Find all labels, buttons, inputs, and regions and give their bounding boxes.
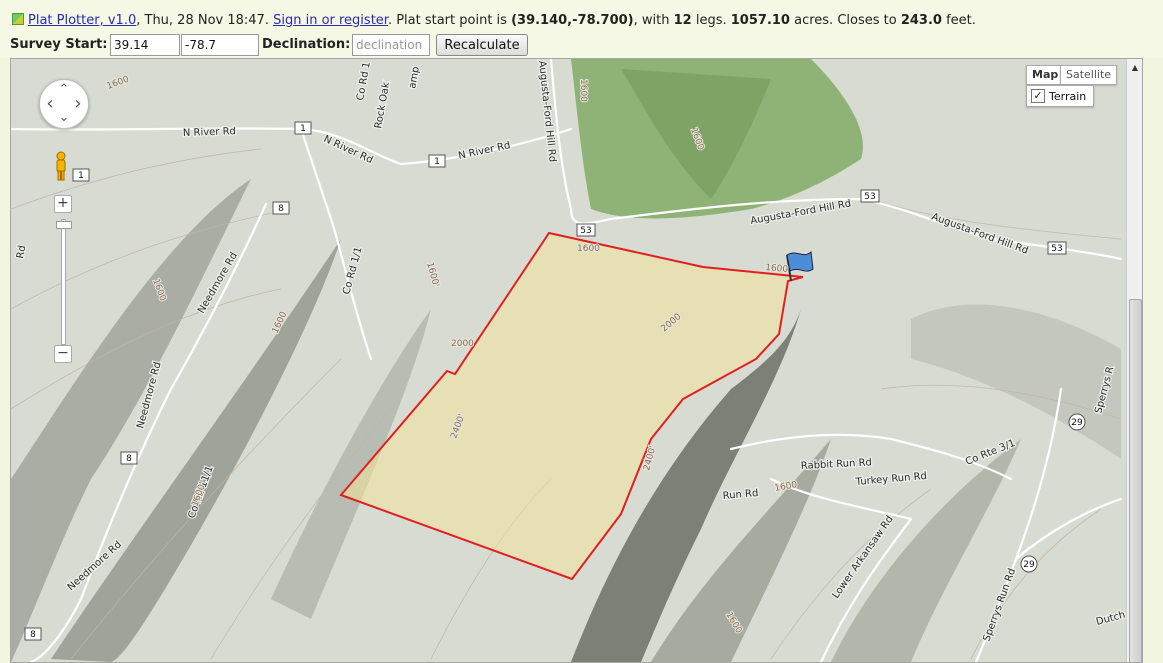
svg-text:53: 53	[580, 226, 591, 236]
survey-start-label: Survey Start:	[10, 37, 108, 52]
svg-text:29: 29	[1023, 560, 1035, 570]
route-shield-29b: 29	[1020, 555, 1038, 573]
feet-text: feet.	[941, 13, 976, 28]
route-shield-29a: 29	[1068, 413, 1086, 431]
closes-value: 243.0	[900, 13, 942, 28]
svg-text:8: 8	[30, 630, 36, 640]
route-shield-1c: 1	[428, 154, 446, 168]
svg-text:1: 1	[78, 171, 84, 181]
acres-text: acres. Closes to	[789, 13, 901, 28]
svg-text:8: 8	[278, 204, 284, 214]
signin-link[interactable]: Sign in or register	[273, 13, 388, 28]
zoom-in-button[interactable]: +	[54, 195, 72, 213]
zoom-slider-thumb[interactable]	[56, 221, 72, 229]
contour-label-1600c: 1600	[765, 263, 789, 275]
svg-text:1: 1	[434, 157, 440, 167]
longitude-input[interactable]	[181, 34, 259, 56]
app-logo-icon	[12, 13, 24, 25]
route-shield-53a: 53	[576, 223, 596, 237]
pan-left-icon[interactable]: ‹	[42, 95, 58, 113]
scrollbar[interactable]: ▲	[1126, 59, 1142, 662]
svg-text:1: 1	[300, 124, 306, 134]
map-type-satellite-button[interactable]: Satellite	[1060, 65, 1118, 85]
route-shield-1a: 1	[294, 121, 312, 135]
map-view[interactable]: 1 1 1 8 8 8 53 53 53 29 29 N River Rd N …	[10, 58, 1143, 663]
route-shield-53b: 53	[860, 189, 880, 203]
route-shield-8c: 8	[24, 627, 42, 641]
road-label-rd-left: Rd	[15, 245, 28, 260]
pan-down-icon[interactable]: ⌄	[56, 110, 72, 126]
acres-value: 1057.10	[730, 13, 790, 28]
pan-right-icon[interactable]: ›	[70, 95, 86, 113]
start-point-value: (39.140,-78.700)	[511, 13, 634, 28]
route-shield-1b: 1	[72, 168, 90, 182]
route-shield-8b: 8	[120, 451, 138, 465]
terrain-checkbox[interactable]: ✓	[1031, 89, 1045, 103]
latitude-input[interactable]	[110, 34, 180, 56]
terrain-option[interactable]: ✓ Terrain	[1026, 85, 1094, 107]
contour-label-1600i: 1600	[578, 79, 588, 102]
app-link[interactable]: Plat Plotter, v1.0	[28, 13, 136, 28]
scroll-up-arrow-icon[interactable]: ▲	[1130, 63, 1140, 73]
svg-text:8: 8	[126, 454, 132, 464]
declination-label: Declination:	[262, 37, 351, 52]
recalculate-button[interactable]: Recalculate	[436, 34, 528, 56]
zoom-slider-track[interactable]	[61, 219, 66, 345]
zoom-out-button[interactable]: −	[54, 345, 72, 363]
legs-text: legs.	[691, 13, 731, 28]
contour-label-1600b: 1600	[577, 244, 600, 254]
pan-control[interactable]: ⌃ ⌄ ‹ ›	[39, 79, 89, 129]
terrain-label: Terrain	[1049, 90, 1087, 103]
status-line: Plat Plotter, v1.0, Thu, 28 Nov 18:47. S…	[12, 13, 976, 29]
terrain-map[interactable]: 1 1 1 8 8 8 53 53 53 29 29 N River Rd N …	[11, 59, 1142, 662]
declination-input[interactable]	[352, 34, 430, 56]
scrollbar-thumb[interactable]	[1129, 299, 1142, 662]
start-point-text: . Plat start point is	[387, 13, 512, 28]
svg-text:53: 53	[1051, 244, 1062, 254]
route-shield-8a: 8	[272, 201, 290, 215]
road-label-n-river-1: N River Rd	[183, 126, 236, 139]
route-shield-53c: 53	[1047, 241, 1067, 255]
svg-text:29: 29	[1071, 418, 1083, 428]
svg-text:53: 53	[864, 192, 875, 202]
map-type-map-button[interactable]: Map	[1026, 65, 1065, 85]
map-type-control: Map Satellite ✓ Terrain	[1026, 65, 1118, 111]
street-view-pegman-icon[interactable]	[54, 151, 68, 181]
with-text: , with	[633, 13, 674, 28]
legs-value: 12	[673, 13, 692, 28]
status-bar: Plat Plotter, v1.0, Thu, 28 Nov 18:47. S…	[0, 0, 1163, 32]
datetime-text: , Thu, 28 Nov 18:47.	[136, 13, 274, 28]
survey-controls: Survey Start: Declination: Recalculate	[0, 32, 1163, 58]
zoom-control[interactable]: + −	[54, 195, 72, 365]
contour-label-2000a: 2000	[451, 339, 474, 349]
